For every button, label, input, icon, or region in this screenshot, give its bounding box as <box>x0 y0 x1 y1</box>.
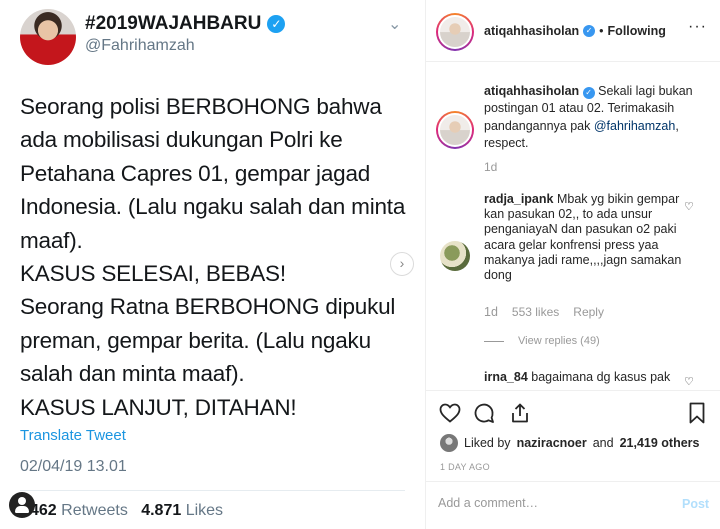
likes-summary[interactable]: Liked by naziracnoer and 21,419 others <box>440 434 700 452</box>
heart-icon[interactable] <box>438 401 462 425</box>
save-icon[interactable] <box>685 401 709 425</box>
tagged-user-icon[interactable] <box>9 492 35 518</box>
translate-tweet-link: Translate Tweet <box>20 427 126 444</box>
caption-username[interactable]: atiqahhasiholan <box>484 84 579 98</box>
tweet-line: salah dan minta maaf). <box>20 361 245 387</box>
commenter-avatar[interactable] <box>440 241 470 271</box>
reply-button[interactable]: Reply <box>573 305 604 319</box>
verified-icon: ✓ <box>583 25 596 37</box>
comment: irna_84 bagaimana dg kasus pak <box>484 370 689 385</box>
comment: radja_ipank Mbak yg bikin gempar kan pas… <box>484 192 684 283</box>
comment-username[interactable]: radja_ipank <box>484 192 553 206</box>
separator-dot: • <box>599 24 604 38</box>
tweet-line: preman, gempar berita. (Lalu ngaku <box>20 327 371 353</box>
verified-icon: ✓ <box>582 87 595 99</box>
retweets-label: Retweets <box>61 502 128 519</box>
comment-time[interactable]: 1d <box>484 305 498 319</box>
tweet-display-name: #2019WAJAHBARU ✓ <box>85 13 286 35</box>
tweet-line: Seorang Ratna BERBOHONG dipukul <box>20 294 396 320</box>
share-icon[interactable] <box>508 401 532 425</box>
post-image: #2019WAJAHBARU ✓ @Fahrihamzah ⌄ Seorang … <box>0 0 425 529</box>
like-comment-icon[interactable]: ♡ <box>684 200 694 213</box>
more-options-icon[interactable]: ··· <box>688 18 707 36</box>
tweet-line: KASUS SELESAI, BEBAS! <box>20 261 286 287</box>
comment-meta: 1d 553 likes Reply <box>484 305 604 319</box>
author-avatar[interactable] <box>436 13 474 51</box>
add-comment-bar: Post <box>426 481 720 529</box>
tweet-display-name-text: #2019WAJAHBARU <box>85 13 262 34</box>
tweet-handle: @Fahrihamzah <box>85 37 195 54</box>
caption-time[interactable]: 1d <box>484 160 497 174</box>
chevron-down-icon: ⌄ <box>388 16 402 33</box>
caption-avatar[interactable] <box>436 111 474 149</box>
likes-others[interactable]: 21,419 others <box>620 436 700 450</box>
caption: atiqahhasiholan ✓ Sekali lagi bukan post… <box>484 83 709 152</box>
likes-count: 4.871 <box>141 502 182 519</box>
liker-avatar <box>440 434 458 452</box>
likes-label: Likes <box>185 502 224 519</box>
post-header: atiqahhasiholan ✓ • Following ··· <box>426 0 720 62</box>
next-image-button[interactable]: › <box>390 252 414 276</box>
like-comment-icon[interactable]: ♡ <box>684 375 694 388</box>
post-actions: Liked by naziracnoer and 21,419 others 1… <box>426 390 720 480</box>
tweet-stats: 462 Retweets 4.871 Likes <box>30 502 223 520</box>
caption-mention[interactable]: @fahrihamzah <box>594 119 675 133</box>
author-username[interactable]: atiqahhasiholan <box>484 24 579 38</box>
view-replies-line <box>484 340 504 342</box>
tweet-avatar <box>20 9 76 65</box>
comment-likes[interactable]: 553 likes <box>512 305 559 319</box>
comment-username[interactable]: irna_84 <box>484 370 528 384</box>
tweet-date: 02/04/19 13.01 <box>20 458 127 475</box>
tweet-text: Seorang polisi BERBOHONG bahwa ada mobil… <box>20 90 406 424</box>
verified-icon: ✓ <box>267 15 286 33</box>
post-button[interactable]: Post <box>682 497 709 511</box>
comment-icon[interactable] <box>472 401 496 425</box>
tweet-line: Petahana Capres 01, gempar jagad <box>20 160 371 186</box>
liker-username[interactable]: naziracnoer <box>517 436 587 450</box>
divider <box>20 490 405 491</box>
tweet-line: maaf). <box>20 227 83 253</box>
post-timestamp[interactable]: 1 DAY AGO <box>440 462 490 472</box>
tweet-line: ada mobilisasi dukungan Polri ke <box>20 127 343 153</box>
add-comment-input[interactable] <box>438 496 658 510</box>
author-info: atiqahhasiholan ✓ • Following <box>484 24 666 38</box>
comments-list[interactable]: atiqahhasiholan ✓ Sekali lagi bukan post… <box>426 63 720 390</box>
post-sidebar: atiqahhasiholan ✓ • Following ··· atiqah… <box>425 0 720 529</box>
likes-middle: and <box>592 436 614 450</box>
tweet-line: KASUS LANJUT, DITAHAN! <box>20 394 297 420</box>
comment-text: bagaimana dg kasus pak <box>531 370 671 384</box>
tweet-line: Indonesia. (Lalu ngaku salah dan minta <box>20 194 406 220</box>
view-replies-button[interactable]: View replies (49) <box>484 335 600 347</box>
view-replies-label: View replies (49) <box>518 335 600 347</box>
likes-prefix: Liked by <box>464 436 511 450</box>
following-button[interactable]: Following <box>608 24 666 38</box>
tweet-line: Seorang polisi BERBOHONG bahwa <box>20 94 382 119</box>
